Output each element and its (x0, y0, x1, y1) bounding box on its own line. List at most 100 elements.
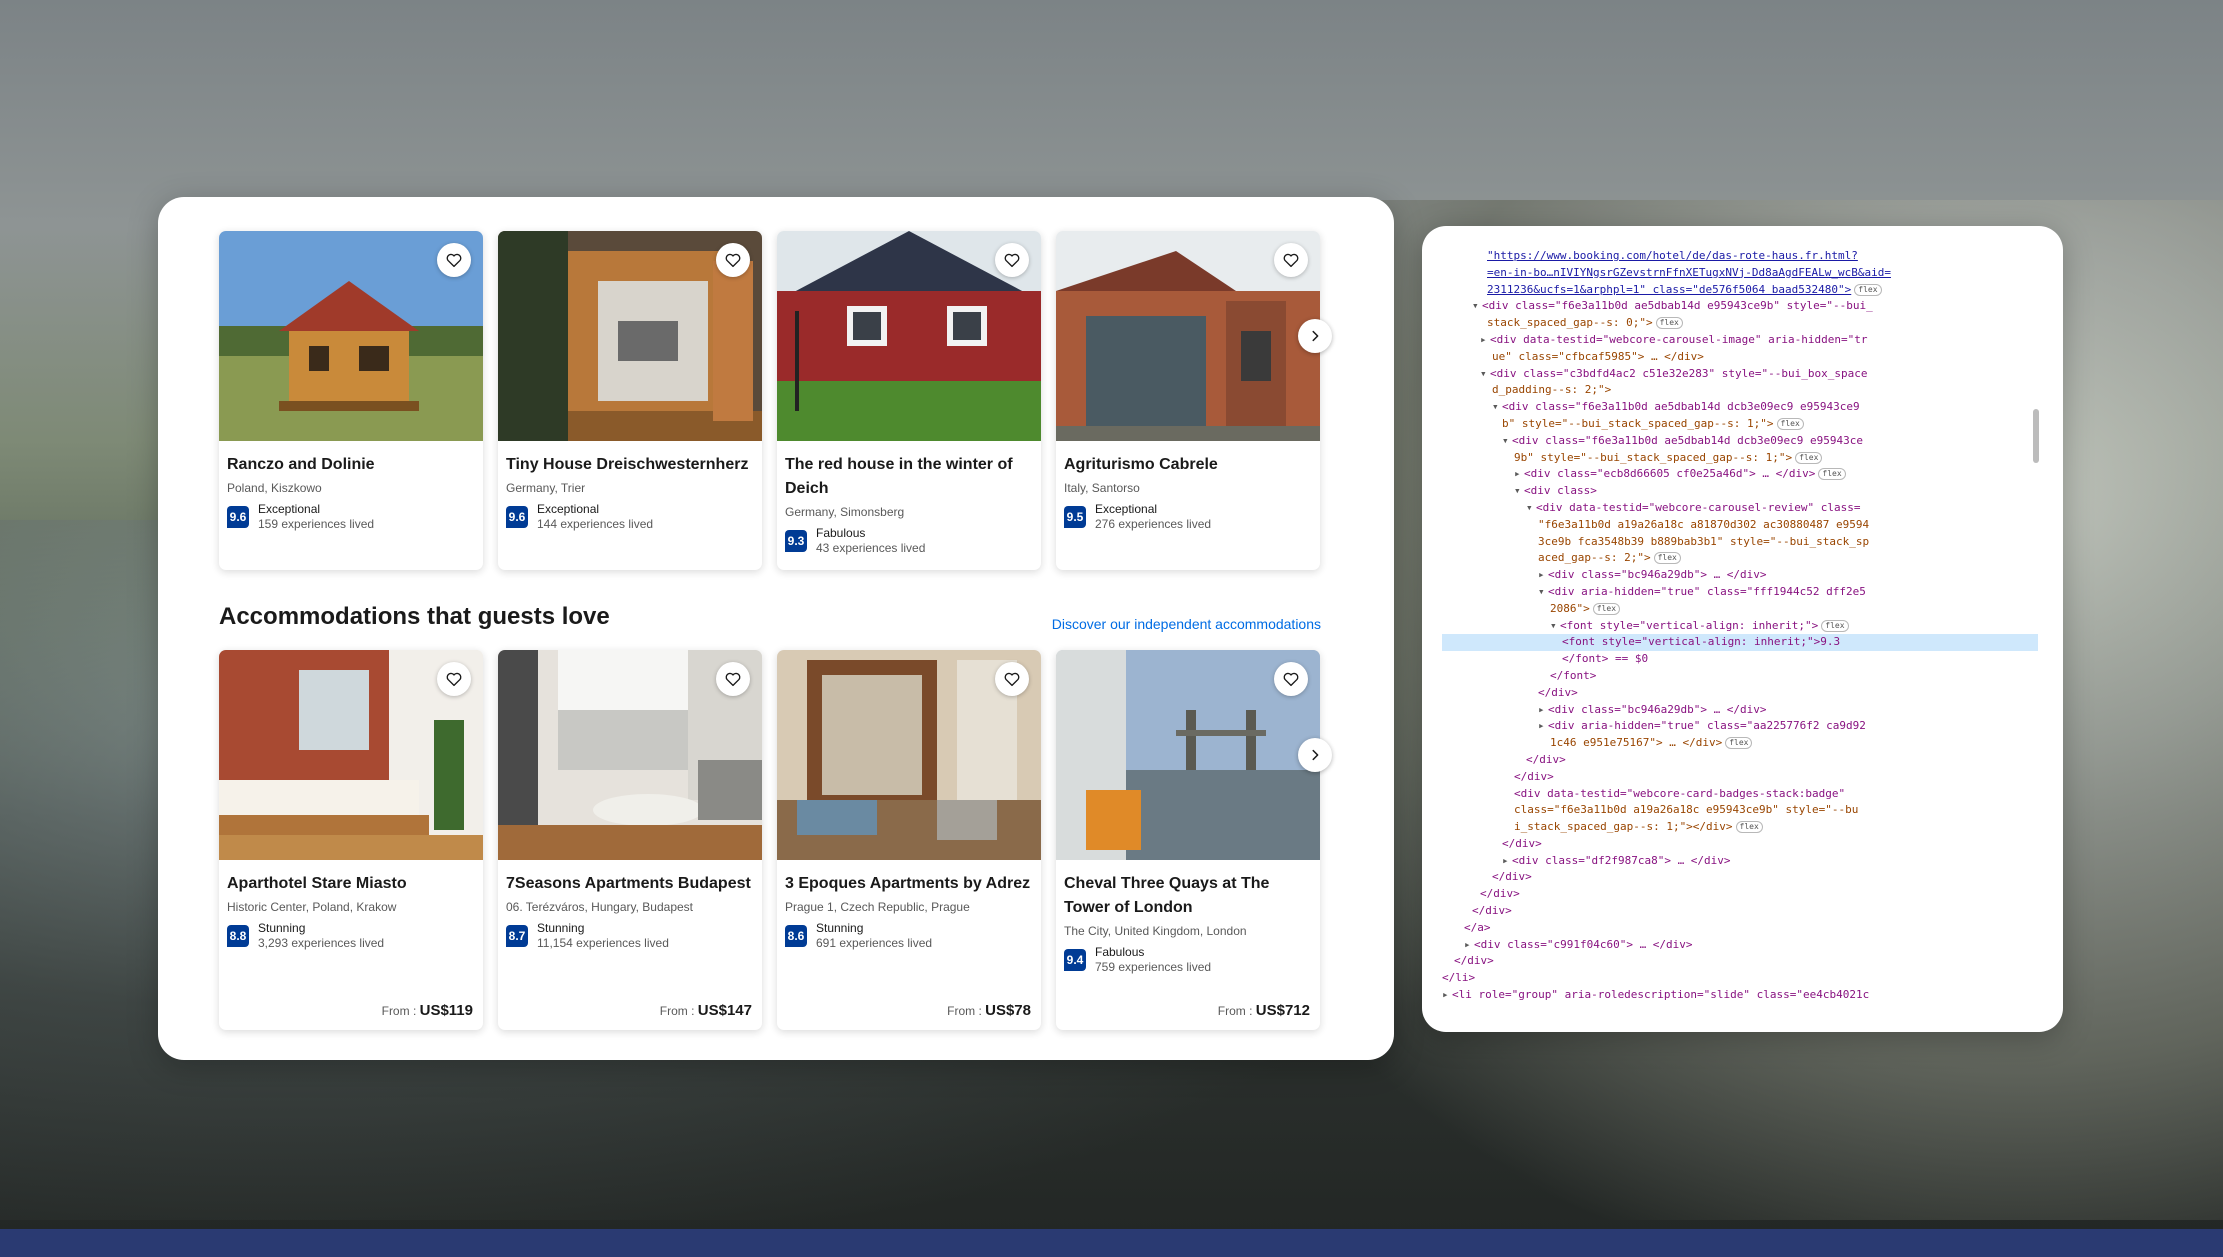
collapse-triangle-icon[interactable]: ▾ (1526, 500, 1536, 517)
dom-node-line[interactable]: =en-in-bo…nIVIYNgsrGZevstrnFfnXETugxNVj-… (1442, 265, 2038, 282)
dom-node-line[interactable]: "https://www.booking.com/hotel/de/das-ro… (1442, 248, 2038, 265)
dom-node-line[interactable]: ▸ <div data-testid="webcore-carousel-imag… (1442, 332, 2038, 349)
carousel-next-button[interactable] (1298, 738, 1332, 772)
dom-node-line[interactable]: i_stack_spaced_gap--s: 1;"></div> flex (1442, 819, 2038, 836)
property-title[interactable]: The red house in the winter of Deich (785, 453, 1033, 501)
expand-triangle-icon[interactable]: ▸ (1464, 937, 1474, 954)
property-photo[interactable] (498, 231, 762, 441)
flex-badge[interactable]: flex (1735, 821, 1763, 834)
dom-node-line[interactable]: ue" class="cfbcaf5985"> … </div> (1442, 349, 2038, 366)
property-photo[interactable] (219, 650, 483, 860)
dom-node-line[interactable]: ▸ <div class="bc946a29db"> … </div> (1442, 702, 2038, 719)
dom-node-line[interactable]: ▸ <div aria-hidden="true" class="aa225776… (1442, 718, 2038, 735)
property-card[interactable]: The red house in the winter of Deich Ger… (777, 231, 1041, 570)
dom-node-line[interactable]: </div> (1442, 903, 2038, 920)
dom-node-line[interactable]: aced_gap--s: 2;"> flex (1442, 550, 2038, 567)
expand-triangle-icon[interactable]: ▸ (1538, 567, 1548, 584)
dom-node-line[interactable]: <div data-testid="webcore-card-badges-st… (1442, 786, 2038, 803)
expand-triangle-icon[interactable]: ▸ (1502, 853, 1512, 870)
dom-node-line[interactable]: </div> (1442, 685, 2038, 702)
devtools-scrollbar[interactable] (2033, 409, 2039, 463)
save-property-button[interactable] (716, 243, 750, 277)
dom-node-line[interactable]: ▸ <div class="df2f987ca8"> … </div> (1442, 853, 2038, 870)
property-card[interactable]: Tiny House Dreischwesternherz Germany, T… (498, 231, 762, 570)
save-property-button[interactable] (437, 662, 471, 696)
collapse-triangle-icon[interactable]: ▾ (1502, 433, 1512, 450)
property-title[interactable]: Aparthotel Stare Miasto (227, 872, 475, 896)
discover-accommodations-link[interactable]: Discover our independent accommodations (1052, 616, 1321, 632)
dom-node-line[interactable]: </div> (1442, 886, 2038, 903)
save-property-button[interactable] (1274, 243, 1308, 277)
dom-node-line[interactable]: </font> (1442, 668, 2038, 685)
flex-badge[interactable]: flex (1818, 468, 1846, 481)
property-card[interactable]: Agriturismo Cabrele Italy, Santorso 9.5 … (1056, 231, 1320, 570)
property-photo[interactable] (777, 231, 1041, 441)
dom-node-line[interactable]: </font> == $0 (1442, 651, 2038, 668)
dom-node-line[interactable]: b" style="--bui_stack_spaced_gap--s: 1;"… (1442, 416, 2038, 433)
property-photo[interactable] (219, 231, 483, 441)
dom-node-line[interactable]: 2086"> flex (1442, 601, 2038, 618)
collapse-triangle-icon[interactable]: ▾ (1472, 298, 1482, 315)
flex-badge[interactable]: flex (1592, 602, 1621, 615)
property-photo[interactable] (1056, 650, 1320, 860)
collapse-triangle-icon[interactable]: ▾ (1514, 483, 1524, 500)
collapse-triangle-icon[interactable]: ▾ (1492, 399, 1502, 416)
property-title[interactable]: Ranczo and Dolinie (227, 453, 475, 477)
dom-node-line[interactable]: ▾ <div aria-hidden="true" class="fff1944c… (1442, 584, 2038, 601)
flex-badge[interactable]: flex (1655, 317, 1683, 330)
save-property-button[interactable] (995, 662, 1029, 696)
dom-node-line[interactable]: ▸ <div class="bc946a29db"> … </div> (1442, 567, 2038, 584)
flex-badge[interactable]: flex (1795, 451, 1823, 464)
property-photo[interactable] (498, 650, 762, 860)
property-photo[interactable] (777, 650, 1041, 860)
dom-node-line[interactable]: <font style="vertical-align: inherit;">9… (1442, 634, 2038, 652)
expand-triangle-icon[interactable]: ▸ (1538, 718, 1548, 735)
property-card[interactable]: 3 Epoques Apartments by Adrez Prague 1, … (777, 650, 1041, 1030)
dom-node-line[interactable]: ▾ <div class> (1442, 483, 2038, 500)
property-title[interactable]: 3 Epoques Apartments by Adrez (785, 872, 1033, 896)
dom-node-line[interactable]: d_padding--s: 2;"> (1442, 382, 2038, 399)
dom-node-line[interactable]: </div> (1442, 836, 2038, 853)
property-card[interactable]: Ranczo and Dolinie Poland, Kiszkowo 9.6 … (219, 231, 483, 570)
dom-node-line[interactable]: ▾ <font style="vertical-align: inherit;">… (1442, 618, 2038, 635)
dom-node-line[interactable]: 3ce9b fca3548b39 b889bab3b1" style="--bu… (1442, 534, 2038, 551)
dom-node-line[interactable]: 2311236&ucfs=1&arphpl=1" class="de576f50… (1442, 282, 2038, 299)
property-title[interactable]: Cheval Three Quays at The Tower of Londo… (1064, 872, 1312, 920)
dom-node-line[interactable]: </a> (1442, 920, 2038, 937)
property-title[interactable]: Tiny House Dreischwesternherz (506, 453, 754, 477)
flex-badge[interactable]: flex (1821, 619, 1849, 632)
dom-node-line[interactable]: </div> (1442, 752, 2038, 769)
flex-badge[interactable]: flex (1725, 737, 1753, 750)
dom-node-line[interactable]: </div> (1442, 769, 2038, 786)
devtools-elements-panel[interactable]: "https://www.booking.com/hotel/de/das-ro… (1422, 226, 2063, 1032)
dom-node-line[interactable]: ▾ <div data-testid="webcore-carousel-revi… (1442, 500, 2038, 517)
dom-node-line[interactable]: ▾ <div class="f6e3a11b0d ae5dbab14d dcb3e… (1442, 399, 2038, 416)
save-property-button[interactable] (995, 243, 1029, 277)
flex-badge[interactable]: flex (1776, 417, 1804, 430)
dom-node-line[interactable]: ▸ <div class="c991f04c60"> … </div> (1442, 937, 2038, 954)
flex-badge[interactable]: flex (1854, 283, 1882, 296)
property-photo[interactable] (1056, 231, 1320, 441)
dom-tree[interactable]: "https://www.booking.com/hotel/de/das-ro… (1442, 248, 2038, 1004)
collapse-triangle-icon[interactable]: ▾ (1538, 584, 1548, 601)
expand-triangle-icon[interactable]: ▸ (1514, 466, 1524, 483)
dom-node-line[interactable]: ▾ <div class="f6e3a11b0d ae5dbab14d dcb3e… (1442, 433, 2038, 450)
dom-node-line[interactable]: ▸ <div class="ecb8d66605 cf0e25a46d"> … <… (1442, 466, 2038, 483)
dom-node-line[interactable]: "f6e3a11b0d a19a26a18c a81870d302 ac3088… (1442, 517, 2038, 534)
save-property-button[interactable] (716, 662, 750, 696)
dom-node-line[interactable]: stack_spaced_gap--s: 0;"> flex (1442, 315, 2038, 332)
expand-triangle-icon[interactable]: ▸ (1480, 332, 1490, 349)
carousel-next-button[interactable] (1298, 319, 1332, 353)
dom-node-line[interactable]: 1c46 e951e75167"> … </div> flex (1442, 735, 2038, 752)
dom-node-line[interactable]: ▾ <div class="c3bdfd4ac2 c51e32e283" styl… (1442, 366, 2038, 383)
save-property-button[interactable] (1274, 662, 1308, 696)
property-card[interactable]: 7Seasons Apartments Budapest 06. Terézvá… (498, 650, 762, 1030)
dom-node-line[interactable]: </div> (1442, 953, 2038, 970)
save-property-button[interactable] (437, 243, 471, 277)
collapse-triangle-icon[interactable]: ▾ (1550, 618, 1560, 635)
dom-node-line[interactable]: 9b" style="--bui_stack_spaced_gap--s: 1;… (1442, 450, 2038, 467)
collapse-triangle-icon[interactable]: ▾ (1480, 366, 1490, 383)
property-card[interactable]: Cheval Three Quays at The Tower of Londo… (1056, 650, 1320, 1030)
dom-node-line[interactable]: ▾ <div class="f6e3a11b0d ae5dbab14d e9594… (1442, 298, 2038, 315)
dom-node-line[interactable]: </div> (1442, 869, 2038, 886)
